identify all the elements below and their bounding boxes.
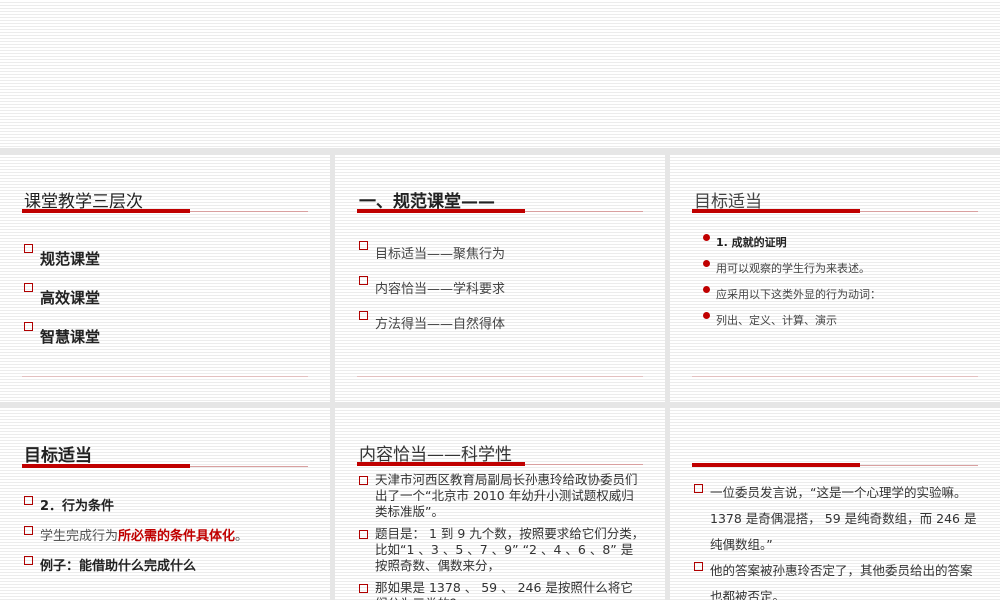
- list-item: 应采用以下这类外显的行为动词：: [700, 282, 986, 308]
- slide-thumbnail-6[interactable]: 一位委员发言说，“这是一个心理学的实验嘛。 1378 是奇偶混搭， 59 是纯奇…: [670, 408, 1000, 600]
- footer-line: [692, 376, 978, 377]
- slide-thumbnail-4[interactable]: 目标适当 2．行为条件 学生完成行为所必需的条件具体化。 例子：能借助什么完成什…: [0, 408, 330, 600]
- slide-thumbnail-5[interactable]: 内容恰当——科学性 天津市河西区教育局副局长孙惠玲给政协委员们出了一个“北京市 …: [335, 408, 665, 600]
- item-text: 学生完成行为: [40, 529, 119, 544]
- list-item: 1. 成就的证明: [700, 230, 986, 256]
- title-underline: [357, 462, 643, 466]
- list-item: 内容恰当——学科要求: [359, 272, 651, 307]
- slide-title: 目标适当: [24, 446, 92, 466]
- highlighted-text: 所必需的条件具体化: [118, 529, 236, 544]
- list-item: 他的答案被孙惠玲否定了，其他委员给出的答案也都被否定。: [694, 558, 978, 600]
- list-item: 一位委员发言说，“这是一个心理学的实验嘛。 1378 是奇偶混搭， 59 是纯奇…: [694, 480, 978, 558]
- list-item: 那如果是 1378 、 59 、 246 是按照什么将它们分为三类的？: [359, 580, 645, 600]
- list-item: 2．行为条件: [24, 492, 316, 522]
- slide-thumbnail-2[interactable]: 一、规范课堂—— 目标适当——聚焦行为 内容恰当——学科要求 方法得当——自然得…: [335, 155, 665, 402]
- list-item: 列出、定义、计算、演示: [700, 308, 986, 334]
- blank-slide-area: [0, 0, 1000, 148]
- list-item: 目标适当——聚焦行为: [359, 237, 651, 272]
- list-item: 用可以观察的学生行为来表述。: [700, 256, 986, 282]
- list-item: 高效课堂: [24, 279, 316, 318]
- title-underline: [22, 209, 308, 213]
- list-item: 智慧课堂: [24, 318, 316, 357]
- slide-thumbnail-3[interactable]: 目标适当 1. 成就的证明 用可以观察的学生行为来表述。 应采用以下这类外显的行…: [670, 155, 1000, 402]
- title-underline: [22, 464, 308, 468]
- list-item: 天津市河西区教育局副局长孙惠玲给政协委员们出了一个“北京市 2010 年幼升小测…: [359, 472, 645, 520]
- list-item: 例子：能借助什么完成什么: [24, 552, 316, 582]
- footer-line: [22, 376, 308, 377]
- slide-thumbnail-1[interactable]: 课堂教学三层次 规范课堂 高效课堂 智慧课堂: [0, 155, 330, 402]
- title-underline: [692, 209, 978, 213]
- list-item: 规范课堂: [24, 240, 316, 279]
- list-item: 学生完成行为所必需的条件具体化。: [24, 522, 316, 552]
- footer-line: [357, 376, 643, 377]
- list-item: 题目是： 1 到 9 九个数，按照要求给它们分类，比如“1 、3 、5 、7 、…: [359, 526, 645, 574]
- item-text: 。: [235, 529, 249, 544]
- list-item: 方法得当——自然得体: [359, 307, 651, 342]
- title-underline: [692, 463, 978, 467]
- title-underline: [357, 209, 643, 213]
